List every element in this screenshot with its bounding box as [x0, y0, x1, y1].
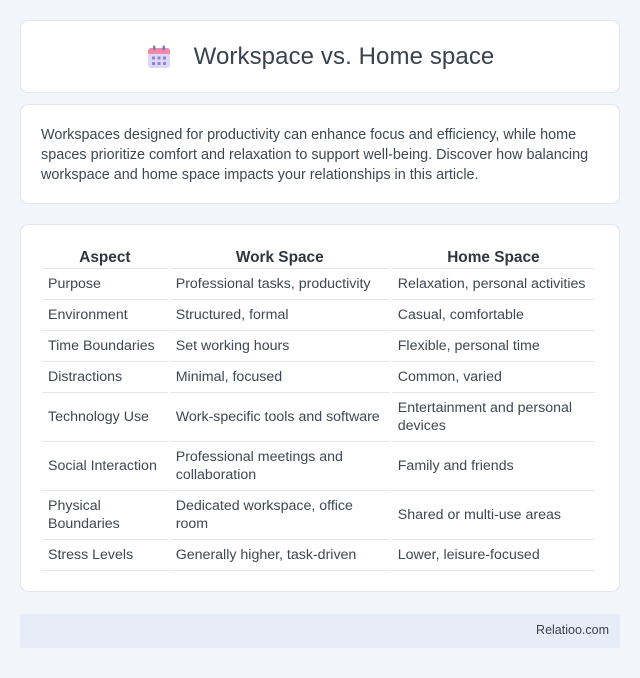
- table-row: Distractions Minimal, focused Common, va…: [42, 362, 595, 393]
- table-cell: Professional meetings and collaboration: [169, 442, 390, 491]
- table-cell: Generally higher, task-driven: [169, 540, 390, 571]
- table-cell: Environment: [42, 300, 168, 331]
- table-cell: Flexible, personal time: [391, 331, 595, 362]
- page-title: Workspace vs. Home space: [193, 42, 495, 70]
- table-row: Social Interaction Professional meetings…: [42, 442, 595, 491]
- comparison-card: Aspect Work Space Home Space Purpose Pro…: [20, 224, 620, 592]
- table-cell: Shared or multi-use areas: [391, 491, 595, 540]
- table-row: Time Boundaries Set working hours Flexib…: [42, 331, 595, 362]
- table-cell: Dedicated workspace, office room: [169, 491, 390, 540]
- column-header: Home Space: [391, 245, 595, 269]
- table-cell: Common, varied: [391, 362, 595, 393]
- intro-paragraph: Workspaces designed for productivity can…: [41, 127, 589, 183]
- table-cell: Professional tasks, productivity: [169, 269, 390, 300]
- table-cell: Relaxation, personal activities: [391, 269, 595, 300]
- footer-bar: Relatioo.com: [20, 614, 620, 648]
- title-card: Workspace vs. Home space: [20, 20, 620, 93]
- table-row: Technology Use Work-specific tools and s…: [42, 393, 595, 442]
- table-row: Stress Levels Generally higher, task-dri…: [42, 540, 595, 571]
- table-row: Purpose Professional tasks, productivity…: [42, 269, 595, 300]
- comparison-table: Aspect Work Space Home Space Purpose Pro…: [40, 245, 597, 571]
- footer-brand-link[interactable]: Relatioo.com: [536, 623, 609, 637]
- table-cell: Social Interaction: [42, 442, 168, 491]
- table-cell: Purpose: [42, 269, 168, 300]
- table-cell: Work-specific tools and software: [169, 393, 390, 442]
- column-header: Aspect: [42, 245, 168, 269]
- table-cell: Family and friends: [391, 442, 595, 491]
- table-header-row: Aspect Work Space Home Space: [42, 245, 595, 269]
- table-row: Environment Structured, formal Casual, c…: [42, 300, 595, 331]
- column-header: Work Space: [169, 245, 390, 269]
- table-cell: Minimal, focused: [169, 362, 390, 393]
- table-cell: Entertainment and personal devices: [391, 393, 595, 442]
- intro-card: Workspaces designed for productivity can…: [20, 104, 620, 204]
- table-cell: Set working hours: [169, 331, 390, 362]
- table-cell: Technology Use: [42, 393, 168, 442]
- calendar-icon: [146, 44, 172, 70]
- table-cell: Structured, formal: [169, 300, 390, 331]
- table-cell: Distractions: [42, 362, 168, 393]
- table-cell: Stress Levels: [42, 540, 168, 571]
- table-cell: Lower, leisure-focused: [391, 540, 595, 571]
- table-cell: Time Boundaries: [42, 331, 168, 362]
- table-cell: Physical Boundaries: [42, 491, 168, 540]
- table-cell: Casual, comfortable: [391, 300, 595, 331]
- table-row: Physical Boundaries Dedicated workspace,…: [42, 491, 595, 540]
